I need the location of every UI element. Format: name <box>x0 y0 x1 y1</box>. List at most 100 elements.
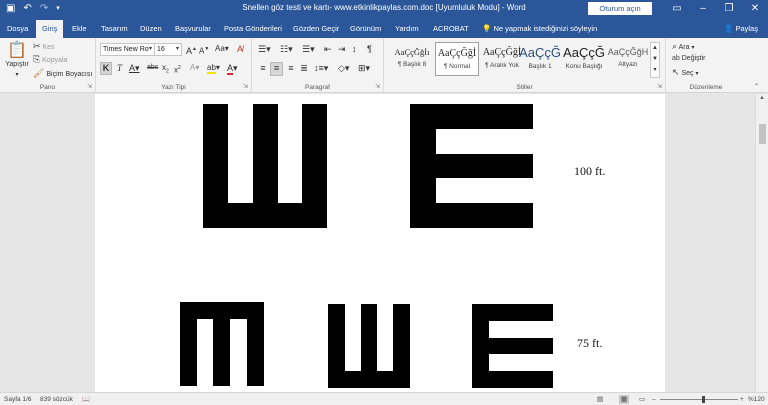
justify-icon[interactable]: ≣ <box>298 63 310 73</box>
chevron-down-icon: ▾ <box>691 45 695 51</box>
strikethrough-icon[interactable]: abc <box>147 63 158 73</box>
tab-basvurular[interactable]: Başvurular <box>175 21 211 38</box>
tumbling-e-up <box>328 304 410 388</box>
font-name-dropdown-icon[interactable]: ▾ <box>149 44 152 54</box>
superscript-icon[interactable]: x2 <box>174 63 181 76</box>
paste-button[interactable]: 📋 Yapıştır ▾ <box>4 42 30 80</box>
tab-gozden-gecir[interactable]: Gözden Geçir <box>293 21 339 38</box>
bullets-icon[interactable]: ☰▾ <box>258 44 271 54</box>
page-count[interactable]: Sayfa 1/6 <box>4 395 31 404</box>
zoom-in-icon[interactable]: + <box>740 395 744 404</box>
close-button[interactable]: ✕ <box>742 0 768 18</box>
proofing-icon[interactable]: 📖 <box>82 395 90 404</box>
zoom-level[interactable]: %120 <box>748 395 765 404</box>
format-painter-button[interactable]: 🖌 Biçim Boyacısı <box>33 68 92 80</box>
styles-scroll[interactable]: ▲ ▼ ▾ <box>650 42 660 78</box>
bold-icon[interactable]: K <box>100 62 112 75</box>
clipboard-group: 📋 Yapıştır ▾ ✂ Kes ⎘ Kopyala 🖌 Biçim Boy… <box>0 38 96 93</box>
pilcrow-icon[interactable]: ¶ <box>367 44 372 54</box>
font-size-dropdown-icon[interactable]: ▾ <box>176 44 179 54</box>
editing-group-label: Düzenleme <box>689 84 723 91</box>
person-icon: 👤 <box>724 24 734 33</box>
find-button[interactable]: ⌕ Ara ▾ <box>672 41 694 53</box>
style-subtitle[interactable]: AaÇçĞğH Altyazı <box>606 42 650 76</box>
dialog-launcher-icon[interactable]: ⇲ <box>243 83 248 90</box>
grow-font-icon[interactable]: A▲ <box>186 44 197 56</box>
tab-dosya[interactable]: Dosya <box>7 21 28 38</box>
zoom-slider-thumb[interactable] <box>701 396 705 403</box>
multilevel-list-icon[interactable]: ☰▾ <box>302 44 315 54</box>
collapse-ribbon-icon[interactable]: ⌃ <box>754 82 759 92</box>
document-page[interactable]: 100 ft. 75 ft. <box>95 94 665 392</box>
tab-yardim[interactable]: Yardım <box>395 21 419 38</box>
select-label: Seç <box>681 70 694 77</box>
zoom-out-icon[interactable]: – <box>652 395 656 404</box>
paragraph-group: ☰▾ ☷▾ ☰▾ ⇤ ⇥ ↕ ¶ ≡ ≡ ≡ ≣ ↕≡▾ ◇▾ ⊞▾ Parag… <box>252 38 384 93</box>
clear-formatting-icon[interactable]: A̸ <box>237 44 243 54</box>
share-label: Paylaş <box>735 24 758 33</box>
decrease-indent-icon[interactable]: ⇤ <box>324 44 332 54</box>
distance-label: 75 ft. <box>577 336 603 350</box>
underline-icon[interactable]: A▾ <box>129 63 140 73</box>
style-heading-8[interactable]: AaÇçĞğİı ¶ Başlık 8 <box>390 42 434 76</box>
sort-icon[interactable]: ↕ <box>352 44 357 54</box>
style-heading-1[interactable]: AaÇçĞ Başlık 1 <box>518 42 562 76</box>
borders-icon[interactable]: ⊞▾ <box>358 63 370 73</box>
lightbulb-icon: 💡 <box>482 24 492 33</box>
share-button[interactable]: 👤 Paylaş <box>724 21 758 36</box>
style-normal[interactable]: AaÇçĞğİ ¶ Normal <box>435 42 479 76</box>
search-icon: ⌕ <box>672 41 678 51</box>
change-case-icon[interactable]: Aa▾ <box>215 44 229 54</box>
copy-icon: ⎘ <box>33 54 41 64</box>
replace-button[interactable]: ab Değiştir <box>672 54 705 64</box>
tab-ekle[interactable]: Ekle <box>72 21 87 38</box>
cut-button[interactable]: ✂ Kes <box>33 41 55 53</box>
more-styles-icon[interactable]: ▾ <box>653 67 656 73</box>
shrink-font-icon[interactable]: A▼ <box>199 44 209 57</box>
dialog-launcher-icon[interactable]: ⇲ <box>375 83 380 90</box>
shading-icon[interactable]: ◇▾ <box>338 63 349 73</box>
numbering-icon[interactable]: ☷▾ <box>280 44 293 54</box>
font-name-box[interactable]: Times New Ro <box>100 43 156 56</box>
scissors-icon: ✂ <box>33 41 41 51</box>
copy-button[interactable]: ⎘ Kopyala <box>33 54 67 66</box>
increase-indent-icon[interactable]: ⇥ <box>338 44 346 54</box>
restore-button[interactable]: ❐ <box>716 0 742 18</box>
chevron-up-icon[interactable]: ▲ <box>756 95 768 101</box>
dialog-launcher-icon[interactable]: ⇲ <box>657 83 662 90</box>
font-group-label: Yazı Tipi <box>161 84 186 91</box>
scrollbar-thumb[interactable] <box>759 124 766 144</box>
editing-group: ⌕ Ara ▾ ab Değiştir ↖ Seç ▾ Düzenleme ⌃ <box>666 38 768 93</box>
tell-me-box[interactable]: 💡 Ne yapmak istediğinizi söyleyin <box>482 21 597 36</box>
dialog-launcher-icon[interactable]: ⇲ <box>87 83 92 90</box>
tab-acrobat[interactable]: ACROBAT <box>433 21 469 38</box>
chevron-up-icon[interactable]: ▲ <box>652 45 658 51</box>
read-mode-icon[interactable]: ▤ <box>597 395 603 404</box>
tab-gorunum[interactable]: Görünüm <box>350 21 381 38</box>
ribbon-display-options-icon[interactable]: ▭ <box>664 0 690 18</box>
sign-in-button[interactable]: Oturum açın <box>588 2 652 15</box>
zoom-slider[interactable] <box>660 399 738 400</box>
word-count[interactable]: 839 sözcük <box>40 395 73 404</box>
select-button[interactable]: ↖ Seç ▾ <box>672 67 699 79</box>
tab-giris[interactable]: Giriş <box>36 20 64 38</box>
align-left-icon[interactable]: ≡ <box>257 63 269 76</box>
tab-posta-gonderileri[interactable]: Posta Gönderileri <box>224 21 282 38</box>
chevron-down-icon[interactable]: ▼ <box>652 56 658 62</box>
italic-icon[interactable]: T <box>117 63 122 73</box>
text-effects-icon[interactable]: A▾ <box>190 63 199 73</box>
print-layout-icon[interactable]: ▦ <box>619 395 630 404</box>
align-right-icon[interactable]: ≡ <box>285 63 297 73</box>
subscript-icon[interactable]: x2 <box>162 63 169 77</box>
vertical-scrollbar[interactable]: ▲ <box>755 94 768 392</box>
highlight-color-icon[interactable]: ab▾ <box>207 63 220 74</box>
font-color-icon[interactable]: A▾ <box>227 63 238 75</box>
web-layout-icon[interactable]: ▭ <box>639 395 645 404</box>
tab-tasarim[interactable]: Tasarım <box>101 21 128 38</box>
line-spacing-icon[interactable]: ↕≡▾ <box>314 63 328 73</box>
align-center-icon[interactable]: ≡ <box>270 62 283 76</box>
replace-icon: ab <box>672 55 680 62</box>
tab-duzen[interactable]: Düzen <box>140 21 162 38</box>
style-title[interactable]: AaÇçĞ Konu Başlığı <box>562 42 606 76</box>
minimize-button[interactable]: – <box>690 0 716 18</box>
